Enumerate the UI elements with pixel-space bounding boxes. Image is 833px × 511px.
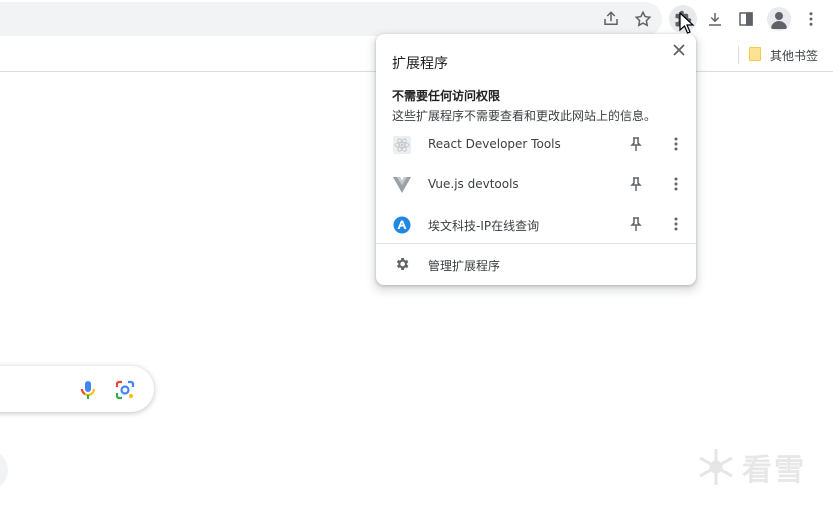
popup-divider — [376, 243, 696, 244]
menu-kebab-icon[interactable] — [799, 7, 823, 31]
address-bar[interactable] — [0, 2, 662, 36]
pin-icon[interactable] — [628, 135, 644, 153]
manage-extensions-label: 管理扩展程序 — [428, 259, 501, 273]
extension-name: 埃文科技-IP在线查询 — [428, 219, 540, 233]
ipplus-icon — [393, 216, 411, 234]
extension-name: Vue.js devtools — [428, 177, 519, 191]
profile-avatar[interactable] — [767, 7, 791, 31]
google-lens-icon[interactable] — [114, 379, 136, 401]
pin-icon[interactable] — [628, 215, 644, 233]
react-icon — [393, 136, 411, 154]
extension-row-ipplus[interactable]: 埃文科技-IP在线查询 — [376, 204, 696, 244]
side-panel-icon[interactable] — [734, 7, 758, 31]
extension-name: React Developer Tools — [428, 137, 561, 151]
mouse-cursor-icon — [679, 12, 695, 34]
extensions-popup: 扩展程序 不需要任何访问权限 这些扩展程序不需要查看和更改此网站上的信息。 Re… — [376, 34, 696, 285]
close-icon[interactable] — [669, 40, 689, 60]
folder-icon — [749, 47, 761, 61]
browser-toolbar — [0, 0, 833, 38]
browser-window: 其他书签 看雪 扩展程序 不需要任何访问权限 这些扩展程序不需要查看和更改此网站… — [0, 0, 833, 511]
snowflake-icon — [699, 449, 733, 485]
share-icon[interactable] — [599, 7, 623, 31]
gear-icon — [394, 256, 410, 272]
shortcut-tile-partial[interactable] — [0, 450, 8, 490]
vue-icon — [393, 176, 411, 194]
more-options-icon[interactable] — [668, 215, 684, 233]
watermark-text: 看雪 — [742, 453, 806, 488]
google-logo-partial — [0, 262, 8, 304]
voice-search-icon[interactable] — [78, 379, 98, 401]
extension-row-vue[interactable]: Vue.js devtools — [376, 164, 696, 204]
section-title: 不需要任何访问权限 — [392, 89, 501, 103]
manage-extensions-button[interactable]: 管理扩展程序 — [376, 245, 696, 283]
other-bookmarks-folder[interactable]: 其他书签 — [770, 47, 818, 64]
section-description: 这些扩展程序不需要查看和更改此网站上的信息。 — [392, 109, 657, 123]
watermark: 看雪 — [696, 445, 806, 489]
download-icon[interactable] — [703, 7, 727, 31]
bookmarks-separator — [738, 46, 739, 64]
pin-icon[interactable] — [628, 175, 644, 193]
more-options-icon[interactable] — [668, 135, 684, 153]
extension-row-react[interactable]: React Developer Tools — [376, 124, 696, 164]
popup-title: 扩展程序 — [392, 56, 448, 72]
bookmark-star-icon[interactable] — [631, 7, 655, 31]
more-options-icon[interactable] — [668, 175, 684, 193]
